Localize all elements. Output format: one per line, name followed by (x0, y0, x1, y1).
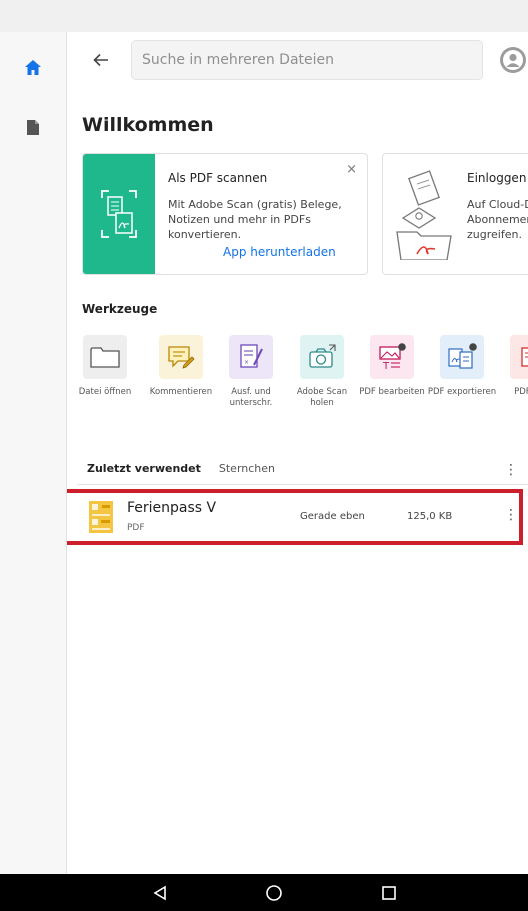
create-pdf-icon (510, 335, 528, 379)
export-pdf-icon (440, 335, 484, 379)
svg-text:×: × (244, 359, 249, 366)
cloud-files-icon (396, 170, 452, 260)
file-size: 125,0 KB (407, 511, 453, 522)
card-title: Einloggen u (467, 171, 528, 185)
document-icon (27, 119, 39, 135)
profile-avatar-button[interactable] (499, 46, 527, 74)
tool-label: PDF exportieren (427, 387, 497, 397)
svg-text:T: T (382, 361, 390, 371)
main-content: Suche in mehreren Dateien Willkommen Als… (67, 32, 528, 874)
page-title: Willkommen (82, 114, 214, 136)
tool-export-pdf[interactable]: PDF exportieren (426, 335, 498, 398)
tool-label: Ausf. und unterschr. (229, 387, 273, 408)
camera-icon (300, 335, 344, 379)
tool-comment[interactable]: Kommentieren (145, 335, 217, 398)
tool-adobe-scan[interactable]: Adobe Scan holen (286, 335, 358, 409)
tool-fill-sign[interactable]: × Ausf. und unterschr. (215, 335, 287, 409)
recent-tabs: Zuletzt verwendet Sternchen (87, 462, 275, 475)
login-promo-card[interactable]: Einloggen u Auf Cloud-D Abonnemen zugrei… (382, 153, 528, 275)
tool-label: Datei öffnen (78, 387, 132, 397)
tool-edit-pdf[interactable]: T PDF bearbeiten (356, 335, 428, 398)
circle-home-icon (266, 885, 282, 901)
card-description: Mit Adobe Scan (gratis) Belege, Notizen … (168, 198, 342, 241)
pdf-thumbnail-icon (89, 501, 113, 533)
tab-recent[interactable]: Zuletzt verwendet (87, 462, 201, 475)
home-icon (25, 59, 41, 75)
tool-create-pdf[interactable]: PDF erst (496, 335, 528, 398)
nav-home-button[interactable] (263, 882, 285, 904)
scan-document-icon (101, 190, 137, 238)
side-rail (0, 32, 67, 874)
search-input[interactable]: Suche in mehreren Dateien (131, 40, 483, 80)
file-more-icon[interactable]: ⋮ (504, 507, 518, 523)
divider (77, 484, 528, 485)
tool-label: PDF bearbeiten (359, 387, 425, 397)
user-avatar-icon (500, 47, 526, 73)
highlight-outline (67, 489, 523, 545)
tools-heading: Werkzeuge (82, 302, 158, 316)
scan-promo-card[interactable]: Als PDF scannen Mit Adobe Scan (gratis) … (82, 153, 368, 275)
card-description: Auf Cloud-D Abonnemen zugreifen. (467, 198, 528, 241)
file-row[interactable]: Ferienpass V PDF Gerade eben 125,0 KB ⋮ (67, 489, 528, 549)
comment-icon (159, 335, 203, 379)
documents-nav-button[interactable] (18, 112, 48, 142)
nav-back-button[interactable] (149, 882, 171, 904)
app-download-link[interactable]: App herunterladen (223, 245, 336, 259)
tool-label: PDF erst (514, 387, 528, 397)
close-icon[interactable]: × (346, 162, 357, 177)
nav-recents-button[interactable] (378, 882, 400, 904)
home-nav-button[interactable] (18, 52, 48, 82)
more-options-icon[interactable]: ⋮ (504, 462, 518, 478)
file-name: Ferienpass V (127, 500, 217, 516)
folder-icon (83, 335, 127, 379)
scan-band (83, 154, 155, 274)
tab-starred[interactable]: Sternchen (219, 462, 275, 475)
tool-label: Adobe Scan holen (296, 387, 348, 408)
status-bar (0, 0, 528, 33)
square-recents-icon (382, 886, 396, 900)
back-button[interactable] (87, 46, 115, 74)
triangle-back-icon (153, 885, 166, 901)
system-nav-bar (0, 874, 528, 911)
tool-open-file[interactable]: Datei öffnen (69, 335, 141, 398)
edit-pdf-icon: T (370, 335, 414, 379)
file-type: PDF (127, 523, 145, 533)
tool-label: Kommentieren (149, 387, 213, 397)
fill-sign-icon: × (229, 335, 273, 379)
arrow-left-icon (93, 53, 108, 67)
card-title: Als PDF scannen (168, 171, 268, 185)
file-date: Gerade eben (300, 511, 365, 522)
